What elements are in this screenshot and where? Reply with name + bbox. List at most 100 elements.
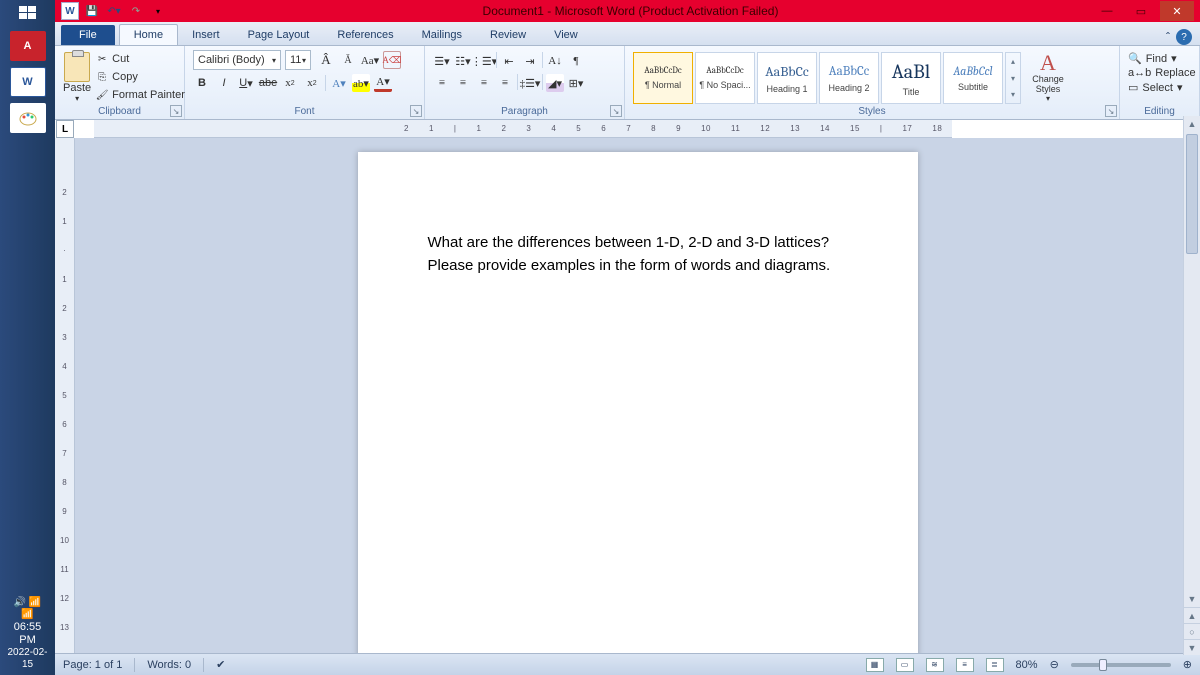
paragraph-launcher-icon[interactable]: ↘ [610,105,622,117]
zoom-thumb[interactable] [1099,659,1107,671]
tab-references[interactable]: References [323,25,407,45]
style-subtitle[interactable]: AaBbCclSubtitle [943,52,1003,104]
style-heading-2[interactable]: AaBbCcHeading 2 [819,52,879,104]
line-spacing-button[interactable]: ‡☰▾ [521,74,539,92]
view-web-icon[interactable]: ≋ [926,658,944,672]
sort-button[interactable]: A↓ [546,52,564,70]
scroll-down-icon[interactable]: ▼ [1184,591,1200,607]
taskbar-adobe-icon[interactable]: A [10,31,46,61]
superscript-button[interactable]: x2 [303,74,321,92]
horizontal-ruler[interactable]: 21|123456789101112131415|1718 [94,120,952,138]
tab-file[interactable]: File [61,25,115,45]
scroll-thumb[interactable] [1186,134,1198,254]
zoom-slider[interactable] [1071,663,1171,667]
change-case-button[interactable]: Aa▾ [361,51,379,69]
select-button[interactable]: ▭Select▾ [1128,81,1191,94]
system-tray[interactable]: 🔊 📶 📶 06:55 PM 2022-02-15 [0,593,55,675]
view-print-layout-icon[interactable]: ▦ [866,658,884,672]
zoom-out-button[interactable]: ⊖ [1050,658,1059,671]
tab-insert[interactable]: Insert [178,25,234,45]
paste-button[interactable]: Paste ▾ [63,50,91,104]
scroll-up-icon[interactable]: ▲ [1184,116,1200,132]
font-launcher-icon[interactable]: ↘ [410,105,422,117]
clear-formatting-button[interactable]: A⌫ [383,51,401,69]
align-left-button[interactable]: ≡ [433,74,451,92]
start-button[interactable] [8,4,48,22]
decrease-indent-button[interactable]: ⇤ [500,52,518,70]
tab-home[interactable]: Home [119,24,178,45]
next-page-icon[interactable]: ▼ [1184,639,1200,655]
clock[interactable]: 06:55 PM [4,621,51,647]
help-icon[interactable]: ? [1176,29,1192,45]
clipboard-launcher-icon[interactable]: ↘ [170,105,182,117]
prev-page-icon[interactable]: ▲ [1184,607,1200,623]
zoom-in-button[interactable]: ⊕ [1183,658,1192,671]
tab-mailings[interactable]: Mailings [408,25,476,45]
styles-gallery[interactable]: AaBbCcDc¶ Normal AaBbCcDc¶ No Spaci... A… [633,50,1021,106]
bullets-button[interactable]: ☰▾ [433,52,451,70]
align-right-button[interactable]: ≡ [475,74,493,92]
styles-more-button[interactable]: ▴▾▾ [1005,52,1021,104]
align-center-button[interactable]: ≡ [454,74,472,92]
spellcheck-icon[interactable]: ✔ [216,658,225,671]
subscript-button[interactable]: x2 [281,74,299,92]
tab-selector[interactable]: L [56,120,74,138]
close-button[interactable]: ✕ [1160,1,1194,21]
taskbar-word-icon[interactable]: W [10,67,46,97]
view-draft-icon[interactable]: ≣ [986,658,1004,672]
italic-button[interactable]: I [215,74,233,92]
replace-button[interactable]: a↔bReplace [1128,67,1191,79]
increase-indent-button[interactable]: ⇥ [521,52,539,70]
cut-button[interactable]: ✂Cut [95,50,185,68]
tab-view[interactable]: View [540,25,592,45]
network-icon[interactable]: 📶 [4,609,51,621]
document-text[interactable]: What are the differences between 1-D, 2-… [428,232,848,277]
grow-font-button[interactable]: Â [317,51,335,69]
app-icon[interactable]: W [61,2,79,20]
borders-button[interactable]: ⊞▾ [567,74,585,92]
show-marks-button[interactable]: ¶ [567,52,585,70]
qat-save-icon[interactable]: 💾 [83,2,101,20]
vertical-scrollbar[interactable]: ▲ ▼ ▲ ○ ▼ [1183,116,1200,655]
view-full-screen-icon[interactable]: ▭ [896,658,914,672]
shading-button[interactable]: ◢▾ [546,74,564,92]
copy-button[interactable]: ⎘Copy [95,68,185,86]
zoom-level[interactable]: 80% [1016,659,1038,671]
font-color-button[interactable]: A▾ [374,74,392,92]
view-outline-icon[interactable]: ≡ [956,658,974,672]
browse-object-icon[interactable]: ○ [1184,623,1200,639]
style-normal[interactable]: AaBbCcDc¶ Normal [633,52,693,104]
vertical-ruler[interactable]: 21·12345678910111213141516 [55,138,75,653]
qat-redo-icon[interactable]: ↷ [127,2,145,20]
style-title[interactable]: AaBlTitle [881,52,941,104]
tab-review[interactable]: Review [476,25,540,45]
style-no-spacing[interactable]: AaBbCcDc¶ No Spaci... [695,52,755,104]
shrink-font-button[interactable]: Ǎ [339,51,357,69]
change-styles-button[interactable]: A Change Styles ▾ [1025,50,1071,104]
page[interactable]: What are the differences between 1-D, 2-… [358,152,918,653]
strikethrough-button[interactable]: abe [259,74,277,92]
format-painter-button[interactable]: 🖌Format Painter [95,86,185,104]
minimize-button[interactable]: — [1090,1,1124,21]
minimize-ribbon-icon[interactable]: ˆ [1166,30,1170,44]
underline-button[interactable]: U▾ [237,74,255,92]
multilevel-button[interactable]: ⋮☰▾ [475,52,493,70]
date[interactable]: 2022-02-15 [4,647,51,671]
find-button[interactable]: 🔍Find▾ [1128,52,1191,65]
status-words[interactable]: Words: 0 [147,659,191,671]
styles-launcher-icon[interactable]: ↘ [1105,105,1117,117]
taskbar-paint-icon[interactable] [10,103,46,133]
volume-icon[interactable]: 🔊 📶 [4,597,51,609]
style-heading-1[interactable]: AaBbCcHeading 1 [757,52,817,104]
document-viewport[interactable]: What are the differences between 1-D, 2-… [75,138,1200,653]
numbering-button[interactable]: ☷▾ [454,52,472,70]
text-effects-button[interactable]: A▾ [330,74,348,92]
font-size-combo[interactable]: 11▾ [285,50,311,70]
justify-button[interactable]: ≡ [496,74,514,92]
qat-undo-icon[interactable]: ↶▾ [105,2,123,20]
highlight-button[interactable]: ab▾ [352,74,370,92]
tab-page-layout[interactable]: Page Layout [234,25,324,45]
status-page[interactable]: Page: 1 of 1 [63,659,122,671]
qat-customize-icon[interactable]: ▾ [149,2,167,20]
maximize-button[interactable]: ▭ [1124,1,1158,21]
